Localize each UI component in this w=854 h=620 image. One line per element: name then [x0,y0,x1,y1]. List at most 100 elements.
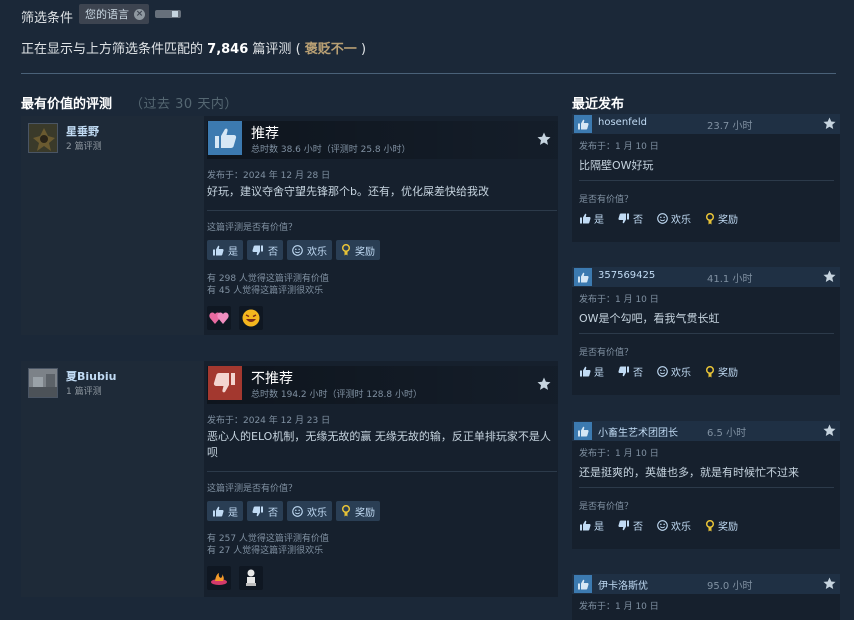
recent-review-header[interactable]: hosenfeld 23.7 小时 [572,114,840,134]
award-button[interactable]: 奖励 [705,364,738,379]
vote-funny-button[interactable]: 欢乐 [657,211,691,226]
award-icon [705,212,715,224]
recent-author-name[interactable]: 357569425 [598,270,655,281]
summary-suffix: 篇评测 [252,42,292,57]
helpful-question: 是否有价值？ [579,348,634,358]
thumbs-down-icon [618,213,629,224]
recent-review-header[interactable]: 357569425 41.1 小时 [572,267,840,287]
posted-date: 发布于：2024 年 12 月 23 日 [207,416,331,426]
vote-buttons: 是 否 欢乐 奖励 [207,501,380,521]
avatar[interactable] [28,368,58,398]
vote-yes-label: 是 [228,246,238,258]
star-icon[interactable] [823,577,836,590]
recent-title: 最近发布 [572,97,625,112]
award-label: 奖励 [718,215,738,226]
star-icon[interactable] [537,377,551,391]
author-name[interactable]: 星垂野 [66,123,99,139]
recent-author-name[interactable]: 伊卡洛斯优 [598,577,648,592]
review-card: 夏Biubiu 1 篇评测 不推荐 总时数 194.2 小时（评测时 128.8… [21,361,558,597]
review-text: 恶心人的ELO机制，无缘无故的赢 无缘无故的输，反正单排玩家不是人呗 [207,430,551,459]
divider [579,333,834,334]
award-figure-icon[interactable] [239,566,263,590]
recent-posted-date: 发布于：1 月 10 日 [579,449,659,459]
summary-paren-close: ) [360,42,367,57]
thumbs-down-icon [208,366,242,400]
vote-yes-button[interactable]: 是 [579,211,604,226]
recent-review-header[interactable]: 小畜生艺术团团长 6.5 小时 [572,421,840,441]
star-icon[interactable] [537,132,551,146]
review-summary: 正在显示与上方筛选条件匹配的 7,846 篇评测 ( 褒贬不一 ) [21,38,366,57]
star-icon[interactable] [823,424,836,437]
vote-no-button[interactable]: 否 [618,364,643,379]
award-button[interactable]: 奖励 [705,518,738,533]
avatar[interactable] [28,123,58,153]
vote-buttons: 是 否 欢乐 奖励 [207,240,380,260]
summary-paren-open: ( [295,42,301,57]
summary-count: 7,846 [207,42,249,57]
vote-funny-button[interactable]: 欢乐 [287,240,332,260]
award-button[interactable]: 奖励 [705,211,738,226]
most-helpful-heading: 最有价值的评测 （过去 30 天内） [21,93,238,112]
recent-author-name[interactable]: 小畜生艺术团团长 [598,424,678,439]
award-fire-icon[interactable] [207,566,231,590]
vote-no-button[interactable]: 否 [247,501,283,521]
vote-funny-button[interactable]: 欢乐 [657,364,691,379]
thumbs-down-icon [618,520,629,531]
thumbs-down-icon [252,506,263,516]
divider [207,471,557,472]
award-icon [341,505,351,517]
recent-hours: 95.0 小时 [707,581,753,592]
posted-date: 发布于：2024 年 12 月 28 日 [207,171,331,181]
recent-author-name[interactable]: hosenfeld [598,117,647,128]
recent-review-card: 357569425 41.1 小时 发布于：1 月 10 日 OW是个勾吧，看我… [572,267,840,395]
remove-filter-icon[interactable]: × [134,8,145,20]
vote-header[interactable]: 推荐 总时数 38.6 小时（评测时 25.8 小时） [207,121,558,159]
language-filter-chip[interactable]: 您的语言 × [79,4,149,24]
vote-no-button[interactable]: 否 [618,211,643,226]
award-hearts-icon[interactable] [207,306,231,330]
helpful-tally: 有 257 人觉得这篇评测有价值 [207,534,329,544]
vote-yes-button[interactable]: 是 [579,364,604,379]
thumbs-up-icon [208,121,242,155]
clear-filters-toggle[interactable] [155,10,181,18]
recent-review-text: OW是个勾吧，看我气贯长虹 [579,312,720,325]
star-icon[interactable] [823,270,836,283]
clear-icon [172,11,178,17]
recent-review-card: 小畜生艺术团团长 6.5 小时 发布于：1 月 10 日 还是挺爽的，英雄也多，… [572,421,840,549]
award-icon [705,519,715,531]
award-label: 奖励 [355,246,375,258]
thumbs-up-icon [580,520,591,531]
language-filter-label: 您的语言 [85,8,129,21]
award-label: 奖励 [355,507,375,519]
vote-yes-button[interactable]: 是 [579,518,604,533]
author-review-count[interactable]: 2 篇评测 [66,139,102,152]
vote-no-label: 否 [633,215,643,226]
smiley-icon [292,505,303,517]
vote-header[interactable]: 不推荐 总时数 194.2 小时（评测时 128.8 小时） [207,366,558,404]
vote-yes-button[interactable]: 是 [207,501,243,521]
vote-no-label: 否 [268,246,278,258]
award-button[interactable]: 奖励 [336,240,380,260]
author-review-count[interactable]: 1 篇评测 [66,384,102,397]
award-laughing-icon[interactable] [239,306,263,330]
vote-yes-button[interactable]: 是 [207,240,243,260]
smiley-icon [292,244,303,256]
thumbs-up-icon [213,506,224,516]
helpful-question: 是否有价值？ [579,502,634,512]
thumbs-up-icon [574,422,592,440]
vote-funny-button[interactable]: 欢乐 [657,518,691,533]
mixed-rating[interactable]: 褒贬不一 [305,42,357,57]
recent-hours: 6.5 小时 [707,428,747,439]
vote-no-button[interactable]: 否 [247,240,283,260]
vote-yes-label: 是 [594,215,604,226]
recent-review-header[interactable]: 伊卡洛斯优 95.0 小时 [572,574,840,594]
author-name[interactable]: 夏Biubiu [66,368,116,384]
vote-no-label: 否 [633,368,643,379]
vote-yes-label: 是 [594,522,604,533]
award-button[interactable]: 奖励 [336,501,380,521]
vote-no-button[interactable]: 否 [618,518,643,533]
review-text: 好玩，建议夺舍守望先锋那个b。还有，优化屎差快给我改 [207,185,489,198]
vote-funny-button[interactable]: 欢乐 [287,501,332,521]
star-icon[interactable] [823,117,836,130]
vote-buttons: 是 否 欢乐 奖励 [579,364,738,379]
